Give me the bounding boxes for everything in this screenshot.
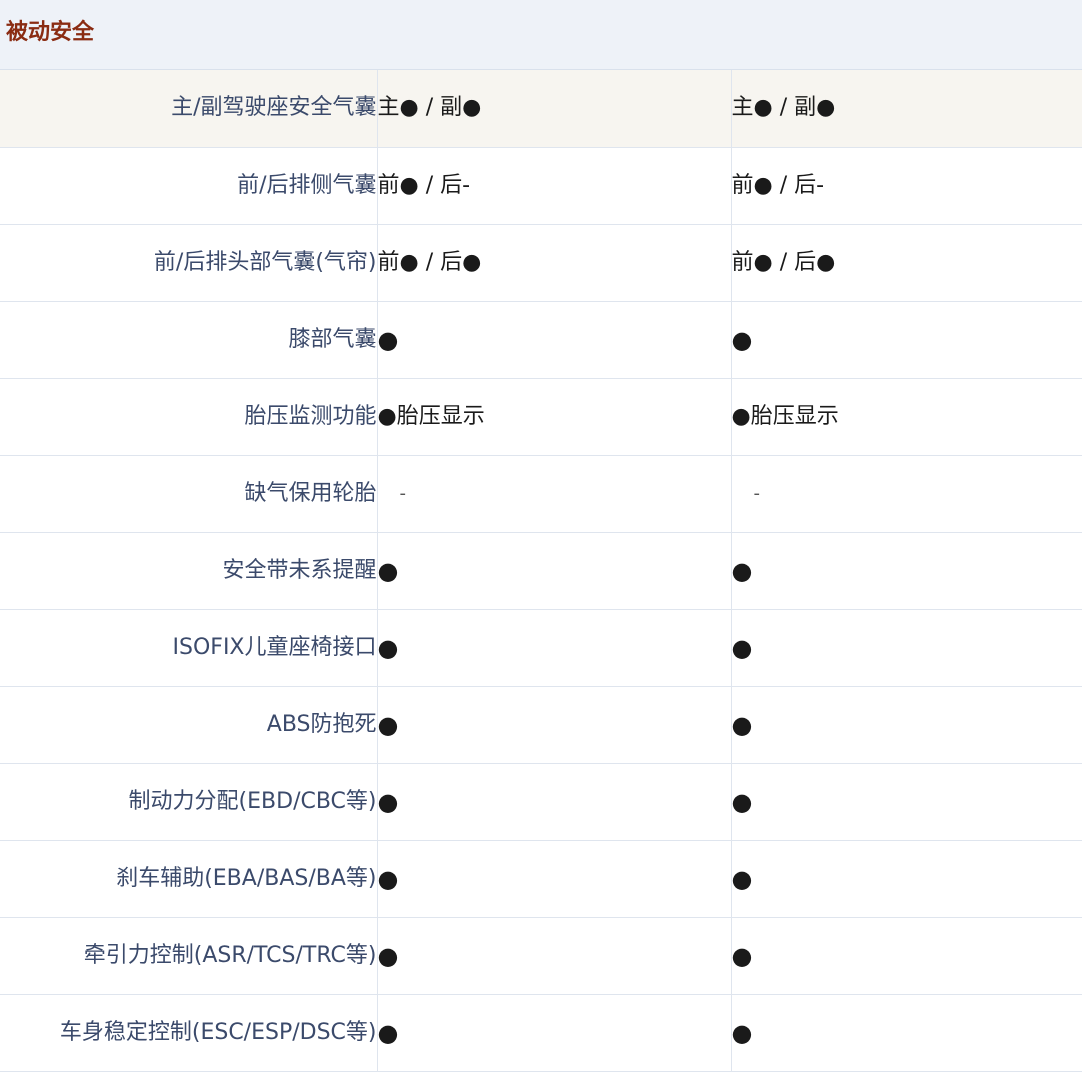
row-label: 缺气保用轮胎	[0, 455, 378, 533]
value-cell-2: -	[731, 455, 1082, 533]
row-label: 车身稳定控制(ESC/ESP/DSC等)	[0, 994, 378, 1072]
value-cell-2: ●胎压显示	[731, 378, 1082, 456]
table-row: ABS防抱死 ● ●	[0, 686, 1082, 764]
value-cell-2: ●	[731, 532, 1082, 610]
value-cell-1: ●	[377, 301, 732, 379]
value-cell-1: 主● / 副●	[377, 70, 732, 148]
table-row: 刹车辅助(EBA/BAS/BA等) ● ●	[0, 840, 1082, 918]
value-cell-2: 前● / 后-	[731, 147, 1082, 225]
value-cell-1: ●	[377, 994, 732, 1072]
table-row: 牵引力控制(ASR/TCS/TRC等) ● ●	[0, 917, 1082, 995]
value-cell-2: ●	[731, 917, 1082, 995]
value-cell-2: ●	[731, 609, 1082, 687]
table-row: 前/后排侧气囊 前● / 后- 前● / 后-	[0, 147, 1082, 225]
row-label: 制动力分配(EBD/CBC等)	[0, 763, 378, 841]
value-cell-1: ●	[377, 917, 732, 995]
table-row: 车身稳定控制(ESC/ESP/DSC等) ● ●	[0, 994, 1082, 1072]
section-title: 被动安全	[6, 20, 95, 45]
row-label: ABS防抱死	[0, 686, 378, 764]
spec-table: 主/副驾驶座安全气囊 主● / 副● 主● / 副● 前/后排侧气囊 前● / …	[0, 70, 1082, 1072]
value-cell-2: 主● / 副●	[731, 70, 1082, 148]
value-cell-2: ●	[731, 301, 1082, 379]
table-row: 缺气保用轮胎 - -	[0, 455, 1082, 533]
value-cell-1: ●	[377, 609, 732, 687]
value-cell-1: ●	[377, 763, 732, 841]
value-cell-1: 前● / 后●	[377, 224, 732, 302]
row-label: 主/副驾驶座安全气囊	[0, 70, 378, 148]
row-label: 胎压监测功能	[0, 378, 378, 456]
row-label: 膝部气囊	[0, 301, 378, 379]
table-row: 主/副驾驶座安全气囊 主● / 副● 主● / 副●	[0, 70, 1082, 148]
section-header: 被动安全	[0, 0, 1082, 70]
row-label: 牵引力控制(ASR/TCS/TRC等)	[0, 917, 378, 995]
value-cell-1: ●	[377, 532, 732, 610]
row-label: 安全带未系提醒	[0, 532, 378, 610]
value-cell-1: ●胎压显示	[377, 378, 732, 456]
value-cell-1: ●	[377, 840, 732, 918]
value-cell-1: -	[377, 455, 732, 533]
value-cell-2: ●	[731, 840, 1082, 918]
value-cell-2: ●	[731, 763, 1082, 841]
row-label: 刹车辅助(EBA/BAS/BA等)	[0, 840, 378, 918]
table-row: 安全带未系提醒 ● ●	[0, 532, 1082, 610]
value-cell-2: ●	[731, 994, 1082, 1072]
table-row: 前/后排头部气囊(气帘) 前● / 后● 前● / 后●	[0, 224, 1082, 302]
table-row: 制动力分配(EBD/CBC等) ● ●	[0, 763, 1082, 841]
row-label: 前/后排侧气囊	[0, 147, 378, 225]
table-row: ISOFIX儿童座椅接口 ● ●	[0, 609, 1082, 687]
value-cell-1: 前● / 后-	[377, 147, 732, 225]
row-label: 前/后排头部气囊(气帘)	[0, 224, 378, 302]
table-row: 膝部气囊 ● ●	[0, 301, 1082, 379]
row-label: ISOFIX儿童座椅接口	[0, 609, 378, 687]
value-cell-2: ●	[731, 686, 1082, 764]
table-row: 胎压监测功能 ●胎压显示 ●胎压显示	[0, 378, 1082, 456]
value-cell-1: ●	[377, 686, 732, 764]
value-cell-2: 前● / 后●	[731, 224, 1082, 302]
